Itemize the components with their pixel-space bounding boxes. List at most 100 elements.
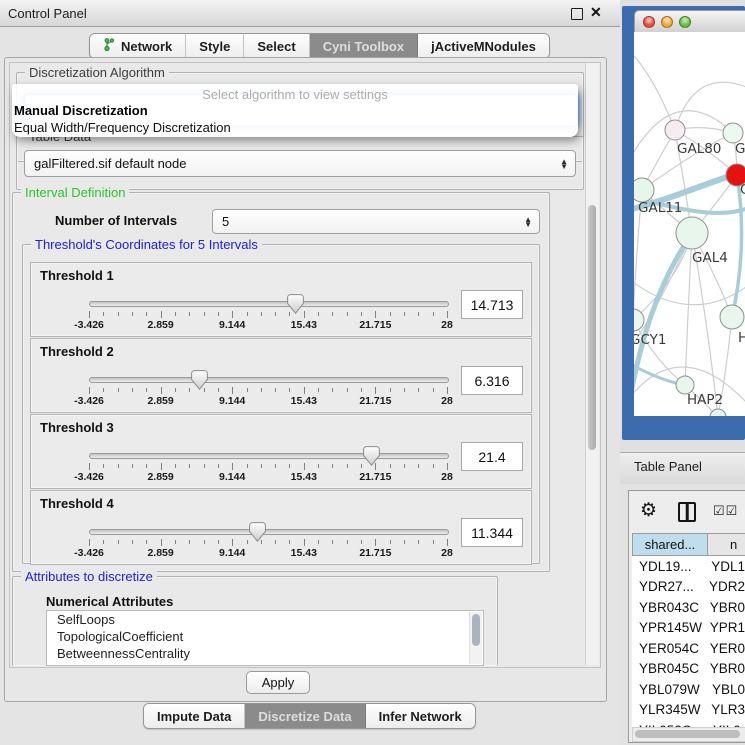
network-node[interactable]	[634, 178, 654, 202]
checkbox-icons[interactable]: ☑☑	[713, 503, 738, 519]
network-node[interactable]	[634, 309, 644, 331]
table-row[interactable]: YPR145WYPR1	[632, 618, 745, 639]
cell-shared-name: YBR045C	[632, 661, 710, 676]
slider-track[interactable]	[89, 377, 449, 383]
network-node[interactable]	[723, 123, 743, 143]
network-node-label-g: G	[735, 141, 745, 157]
gear-icon[interactable]: ⚙	[640, 499, 657, 522]
network-window-titlebar[interactable]	[634, 10, 745, 34]
tab-label: jActiveMNodules	[431, 39, 536, 54]
attribute-item-topologicalcoefficient[interactable]: TopologicalCoefficient	[47, 628, 483, 645]
network-node[interactable]	[676, 217, 708, 249]
panel-scrollbar-thumb[interactable]	[588, 205, 596, 450]
popup-option-manual-discretization[interactable]: Manual Discretization	[14, 103, 148, 118]
slider-tick-label: -3.426	[74, 395, 104, 407]
slider-tick	[232, 539, 233, 546]
slider-tick	[275, 464, 276, 468]
attribute-item-selfloops[interactable]: SelfLoops	[47, 611, 483, 628]
threshold-slider[interactable]: -3.4262.8599.14415.4321.71528	[89, 451, 447, 483]
mac-zoom-button[interactable]	[679, 16, 691, 28]
column-header-name[interactable]: n	[707, 533, 745, 556]
slider-tick	[261, 464, 262, 468]
threshold-row-4: Threshold 4 -3.4262.8599.14415.4321.71528…	[30, 490, 532, 565]
network-edge[interactable]	[685, 233, 692, 385]
network-node[interactable]	[710, 409, 726, 416]
attributes-scrollbar-thumb[interactable]	[472, 614, 480, 646]
table-row[interactable]: YLR345WYLR3	[632, 700, 745, 721]
tab-infer-network[interactable]: Infer Network	[366, 704, 475, 728]
threshold-value-field[interactable]: 6.316	[461, 366, 523, 395]
slider-thumb[interactable]	[191, 370, 208, 390]
threshold-value-field[interactable]: 11.344	[461, 518, 523, 547]
slider-tick	[289, 388, 290, 392]
slider-thumb[interactable]	[287, 294, 304, 314]
slider-tick-label: 15.43	[291, 547, 317, 559]
slider-tick	[146, 388, 147, 392]
network-canvas[interactable]: GAL80GCGAL11GAL4GCY1HHAP2	[634, 32, 745, 416]
slider-tick-label: 28	[441, 547, 453, 559]
slider-tick	[318, 312, 319, 316]
attributes-scrollbar[interactable]	[469, 612, 482, 664]
slider-track[interactable]	[89, 301, 449, 307]
attribute-item-betweennesscentrality[interactable]: BetweennessCentrality	[47, 645, 483, 662]
slider-track[interactable]	[89, 453, 449, 459]
apply-button[interactable]: Apply	[246, 671, 310, 694]
threshold-label: Threshold 4	[40, 496, 114, 511]
tab-impute-data[interactable]: Impute Data	[144, 704, 245, 728]
combo-arrows-icon: ▲▼	[524, 217, 532, 227]
number-of-intervals-label: Number of Intervals	[55, 213, 177, 228]
table-horizontal-scrollbar-thumb[interactable]	[635, 730, 740, 738]
slider-tick	[103, 388, 104, 392]
popup-option-equal-width-frequency[interactable]: Equal Width/Frequency Discretization	[14, 120, 231, 135]
slider-tick	[304, 463, 305, 470]
cell-name: YBR0	[710, 600, 745, 615]
slider-thumb[interactable]	[249, 522, 266, 542]
table-data-combobox[interactable]: galFiltered.sif default node ▲▼	[24, 150, 576, 177]
slider-tick	[189, 312, 190, 316]
table-row[interactable]: YER054CYER0	[632, 638, 745, 659]
slider-tick	[89, 311, 90, 318]
threshold-slider[interactable]: -3.4262.8599.14415.4321.71528	[89, 299, 447, 331]
table-row[interactable]: YBL079WYBL0	[632, 679, 745, 700]
tab-select[interactable]: Select	[244, 34, 309, 58]
slider-track[interactable]	[89, 529, 449, 535]
slider-tick	[404, 388, 405, 392]
table-row[interactable]: YBR043CYBR0	[632, 597, 745, 618]
discretization-algorithm-label: Discretization Algorithm	[25, 65, 169, 80]
tab-network[interactable]: Network	[90, 34, 186, 58]
slider-tick	[332, 388, 333, 392]
tab-discretize-data[interactable]: Discretize Data	[245, 704, 365, 728]
slider-tick	[118, 388, 119, 392]
float-window-icon[interactable]	[571, 8, 583, 20]
cell-name: YDL1	[711, 559, 745, 574]
table-row[interactable]: YDL19...YDL1	[632, 556, 745, 577]
network-node[interactable]	[720, 305, 744, 329]
mac-minimize-button[interactable]	[661, 16, 673, 28]
panel-scrollbar[interactable]	[585, 63, 599, 665]
slider-tick-label: 21.715	[359, 319, 391, 331]
table-row[interactable]: YDR27...YDR2	[632, 577, 745, 598]
table-horizontal-scrollbar[interactable]	[632, 727, 745, 742]
column-header-shared[interactable]: shared...	[632, 533, 708, 556]
slider-tick-label: 28	[441, 395, 453, 407]
number-of-intervals-combobox[interactable]: 5 ▲▼	[212, 209, 540, 234]
tab-style[interactable]: Style	[186, 34, 244, 58]
network-edge[interactable]	[634, 50, 675, 130]
threshold-slider[interactable]: -3.4262.8599.14415.4321.71528	[89, 375, 447, 407]
mac-close-button[interactable]	[643, 16, 655, 28]
threshold-value-field[interactable]: 21.4	[461, 442, 523, 471]
threshold-slider[interactable]: -3.4262.8599.14415.4321.71528	[89, 527, 447, 559]
network-node[interactable]	[665, 120, 685, 140]
close-icon[interactable]: ✕	[590, 4, 602, 21]
threshold-value-field[interactable]: 14.713	[461, 290, 523, 319]
tab-jactivemnodules[interactable]: jActiveMNodules	[418, 34, 549, 58]
table-row[interactable]: YIL052CYIL0	[632, 720, 745, 727]
table-row[interactable]: YBR045CYBR0	[632, 659, 745, 680]
slider-thumb[interactable]	[363, 446, 380, 466]
columns-icon[interactable]	[678, 502, 696, 522]
slider-tick	[218, 388, 219, 392]
slider-tick-label: -3.426	[74, 547, 104, 559]
tab-cyni-toolbox[interactable]: Cyni Toolbox	[310, 34, 418, 58]
numerical-attributes-list[interactable]: SelfLoopsTopologicalCoefficientBetweenne…	[46, 610, 484, 666]
cyni-mode-tabs: Impute DataDiscretize DataInfer Network	[143, 703, 476, 729]
